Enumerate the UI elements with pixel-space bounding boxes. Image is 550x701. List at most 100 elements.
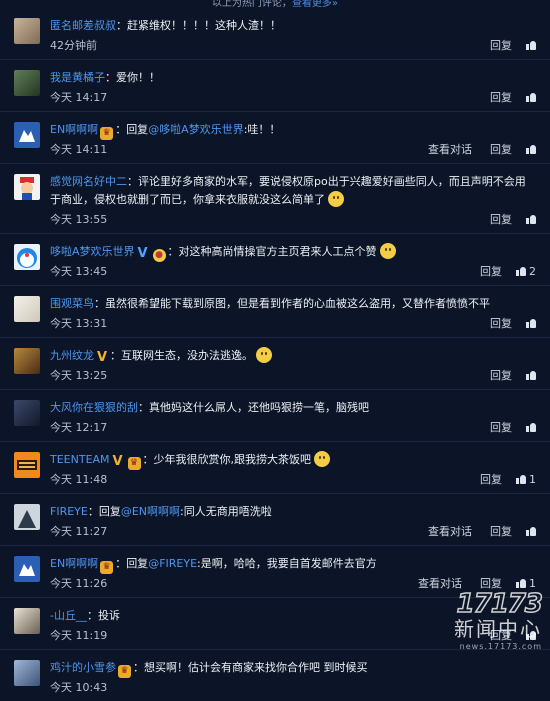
watermark: 17173 新闻中心 news.17173.com: [392, 588, 544, 659]
separator: ：: [142, 453, 154, 466]
vip-badge-icon: ♛: [127, 457, 141, 470]
separator: ：: [110, 349, 121, 362]
comment-username[interactable]: -山丘__: [50, 609, 87, 622]
comment-text: :是啊，哈哈，我要自首发邮件去官方: [197, 557, 377, 570]
comment-username[interactable]: 哆啦A梦欢乐世界: [50, 245, 135, 258]
reply-button[interactable]: 回复: [490, 37, 512, 53]
like-icon[interactable]: [526, 92, 536, 102]
like-icon[interactable]: [526, 422, 536, 432]
comment-username[interactable]: 匿名邮差叔叔: [50, 19, 116, 32]
reply-prefix: 回复: [126, 123, 149, 136]
reply-prefix: 回复: [98, 505, 121, 518]
comment-time: 今天 13:25: [50, 369, 108, 382]
comment-username[interactable]: FIREYE: [50, 505, 88, 518]
comment-username[interactable]: 大风你在狠狠的刮: [50, 401, 138, 414]
comment-username[interactable]: 感觉网名好中二: [50, 175, 127, 188]
like-icon[interactable]: [526, 40, 536, 50]
reply-button[interactable]: 回复: [490, 89, 512, 105]
comment-item: 围观菜鸟：虽然很希望能下载到原图，但是看到作者的心血被这么盗用，又替作者愤愤不平…: [0, 286, 550, 338]
emoji-icon: [256, 347, 272, 363]
comment-username[interactable]: 我是黄橘子: [50, 71, 105, 84]
avatar[interactable]: [14, 18, 40, 44]
comment-time: 今天 11:26: [50, 577, 108, 590]
comment-username[interactable]: 鸡汁的小雪参: [50, 661, 116, 674]
avatar[interactable]: [14, 452, 40, 478]
separator: ：: [127, 175, 138, 188]
separator: ：: [86, 609, 98, 622]
separator: ：: [115, 557, 127, 570]
reply-button[interactable]: 回复: [490, 367, 512, 383]
like-count: 1: [529, 472, 536, 486]
medal-icon: ●: [152, 249, 166, 262]
comment-item: EN啊啊啊 ♛ ：回复@哆啦A梦欢乐世界:哇！！ 今天 14:11 查看对话 回复: [0, 112, 550, 164]
emoji-icon: [328, 191, 344, 207]
comment-time: 42分钟前: [50, 39, 97, 52]
comment-item: 我是黄橘子：爱你！！ 今天 14:17 回复: [0, 60, 550, 112]
avatar[interactable]: [14, 348, 40, 374]
comment-time: 今天 13:55: [50, 213, 108, 226]
comment-time: 今天 12:17: [50, 421, 108, 434]
like-icon[interactable]: [526, 318, 536, 328]
comment-username[interactable]: EN啊啊啊: [50, 123, 98, 136]
avatar[interactable]: [14, 400, 40, 426]
avatar[interactable]: [14, 174, 40, 200]
avatar[interactable]: [14, 122, 40, 148]
watermark-title: 新闻中心: [454, 617, 542, 641]
comment-item: 感觉网名好中二：评论里好多商家的水军，要说侵权原po出于兴趣爱好画些同人，而且声…: [0, 164, 550, 234]
comment-item: FIREYE：回复@EN啊啊啊:同人无商用唔洗啦 今天 11:27 查看对话 回复: [0, 494, 550, 546]
reply-button[interactable]: 回复: [490, 315, 512, 331]
avatar[interactable]: [14, 296, 40, 322]
comment-username[interactable]: 九州纹龙: [50, 349, 94, 362]
reply-mention-link[interactable]: @哆啦A梦欢乐世界: [148, 123, 244, 136]
comment-text: 真他妈这什么屌人，还他吗狠捞一笔，脑残吧: [149, 401, 369, 414]
avatar[interactable]: [14, 70, 40, 96]
reply-mention-link[interactable]: @FIREYE: [148, 557, 197, 570]
reply-button[interactable]: 回复: [490, 141, 512, 157]
view-conversation-button[interactable]: 查看对话: [428, 141, 472, 157]
comment-time: 今天 10:43: [50, 681, 108, 694]
like-icon[interactable]: [526, 214, 536, 224]
reply-button[interactable]: 回复: [490, 419, 512, 435]
like-icon[interactable]: [516, 266, 526, 276]
view-conversation-button[interactable]: 查看对话: [428, 523, 472, 539]
separator: ：: [105, 71, 116, 84]
avatar[interactable]: [14, 556, 40, 582]
separator: ：: [94, 297, 105, 310]
like-count: 1: [529, 576, 536, 590]
comment-username[interactable]: TEENTEAM: [50, 453, 110, 466]
comment-username[interactable]: EN啊啊啊: [50, 557, 98, 570]
reply-button[interactable]: 回复: [480, 471, 502, 487]
reply-mention-link[interactable]: @EN啊啊啊: [121, 505, 180, 518]
vip-badge-icon: ♛: [100, 561, 114, 574]
watermark-url: news.17173.com: [459, 642, 542, 651]
comment-username[interactable]: 围观菜鸟: [50, 297, 94, 310]
like-icon[interactable]: [526, 526, 536, 536]
comment-text: :同人无商用唔洗啦: [180, 505, 272, 518]
like-icon[interactable]: [526, 370, 536, 380]
comment-time: 今天 11:48: [50, 473, 108, 486]
vip-badge-icon: ♛: [118, 665, 131, 678]
separator: ：: [133, 661, 144, 674]
comment-item: 哆啦A梦欢乐世界 V ● ：对这种高尚情操官方主页君来人工点个赞 今天 13:45 回…: [0, 234, 550, 286]
reply-button[interactable]: 回复: [490, 523, 512, 539]
like-icon[interactable]: [526, 144, 536, 154]
comment-item: 匿名邮差叔叔：赶紧维权！！！！这种人渣！！ 42分钟前 回复: [0, 8, 550, 60]
verified-icon: V: [96, 350, 108, 365]
avatar[interactable]: [14, 660, 40, 686]
comment-text: 互联网生态，没办法逃逸。: [121, 349, 253, 362]
like-icon[interactable]: [516, 474, 526, 484]
reply-button[interactable]: 回复: [480, 263, 502, 279]
comment-text: 投诉: [97, 609, 120, 622]
comment-time: 今天 13:31: [50, 317, 108, 330]
separator: ：: [116, 19, 127, 32]
reply-button[interactable]: 回复: [490, 211, 512, 227]
comment-item: TEENTEAM V ♛ ：少年我很欣赏你,跟我捞大茶饭吧 今天 11:48 回复 1: [0, 442, 550, 494]
separator: ：: [87, 505, 99, 518]
avatar[interactable]: [14, 244, 40, 270]
avatar[interactable]: [14, 504, 40, 530]
avatar[interactable]: [14, 608, 40, 634]
comment-text: 对这种高尚情操官方主页君来人工点个赞: [178, 245, 377, 258]
like-icon[interactable]: [516, 578, 526, 588]
comment-text: 虽然很希望能下载到原图，但是看到作者的心血被这么盗用，又替作者愤愤不平: [105, 297, 490, 310]
comment-time: 今天 14:17: [50, 91, 108, 104]
